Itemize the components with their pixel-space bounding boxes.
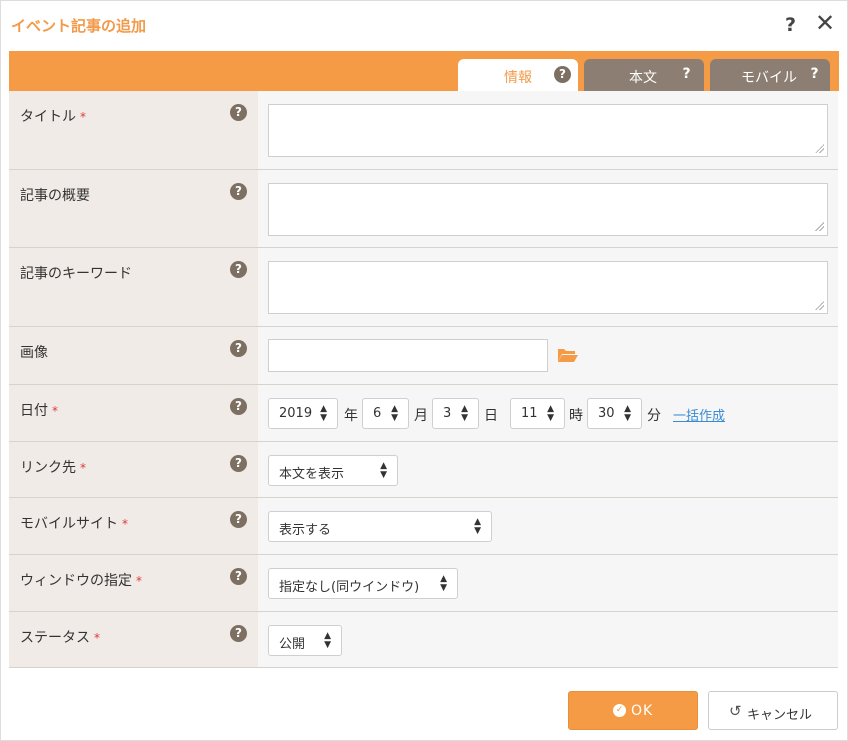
form-row-keywords: 記事のキーワード ?: [9, 248, 838, 327]
required-mark: *: [80, 461, 86, 475]
field-label: リンク先 *: [20, 460, 86, 476]
field-label: 日付 *: [20, 403, 58, 419]
help-icon[interactable]: ?: [230, 398, 247, 415]
status-select[interactable]: 公開 ▲ ▼: [268, 625, 342, 656]
field-label: タイトル *: [20, 109, 86, 125]
field-label: モバイルサイト *: [20, 516, 128, 532]
field-label: 画像: [20, 345, 48, 361]
tab-mobile-help-icon[interactable]: ?: [806, 66, 823, 83]
help-icon[interactable]: ?: [230, 261, 247, 278]
form-row-summary: 記事の概要 ?: [9, 170, 838, 248]
ok-button[interactable]: ✓ OK: [568, 691, 698, 730]
link-select[interactable]: 本文を表示 ▲ ▼: [268, 455, 398, 486]
summary-input[interactable]: [268, 183, 828, 236]
tab-body[interactable]: 本文 ?: [584, 59, 704, 91]
field-label: ウィンドウの指定 *: [20, 573, 142, 589]
resize-grip-icon[interactable]: [815, 222, 824, 231]
help-icon[interactable]: ?: [230, 455, 247, 472]
day-unit: 日: [484, 408, 498, 424]
help-icon[interactable]: ?: [230, 568, 247, 585]
required-mark: *: [122, 517, 128, 531]
field-label: 記事のキーワード: [20, 266, 132, 282]
help-icon[interactable]: ?: [230, 183, 247, 200]
check-icon: ✓: [613, 704, 626, 717]
sort-arrows-icon: ▲ ▼: [461, 404, 468, 423]
year-select[interactable]: 2019 ▲ ▼: [268, 398, 338, 429]
tab-bar: 情報 ? 本文 ? モバイル ?: [9, 51, 839, 91]
tab-info-label: 情報: [504, 70, 532, 86]
sort-arrows-icon: ▲ ▼: [320, 404, 327, 423]
tab-body-label: 本文: [629, 70, 657, 86]
required-mark: *: [52, 404, 58, 418]
form-row-window: ウィンドウの指定 * ? 指定なし(同ウインドウ) ▲ ▼: [9, 555, 838, 612]
undo-icon: ↺: [729, 702, 742, 720]
form-row-title: タイトル * ?: [9, 91, 838, 170]
form-row-date: 日付 * ? 2019 ▲ ▼ 年 6 ▲ ▼ 月 3 ▲ ▼ 日 11 ▲ ▼…: [9, 385, 838, 442]
required-mark: *: [80, 110, 86, 124]
tab-info[interactable]: 情報 ?: [458, 59, 578, 91]
dialog-title: イベント記事の追加: [11, 17, 147, 35]
required-mark: *: [136, 574, 142, 588]
hour-select[interactable]: 11 ▲ ▼: [510, 398, 565, 429]
help-icon[interactable]: ?: [785, 14, 796, 36]
bulk-create-link[interactable]: 一括作成: [673, 405, 725, 424]
folder-icon[interactable]: [557, 347, 579, 363]
title-input[interactable]: [268, 104, 828, 157]
field-label: 記事の概要: [20, 188, 90, 204]
help-icon[interactable]: ?: [230, 511, 247, 528]
month-unit: 月: [414, 408, 428, 424]
month-select[interactable]: 6 ▲ ▼: [362, 398, 409, 429]
keywords-input[interactable]: [268, 261, 828, 314]
cancel-button[interactable]: ↺ キャンセル: [708, 691, 838, 730]
help-icon[interactable]: ?: [230, 340, 247, 357]
tab-info-help-icon[interactable]: ?: [554, 66, 571, 83]
form-row-status: ステータス * ? 公開 ▲ ▼: [9, 612, 838, 668]
sort-arrows-icon: ▲ ▼: [440, 574, 447, 593]
title-bar: イベント記事の追加 ? ✕: [1, 1, 848, 49]
sort-arrows-icon: ▲ ▼: [324, 631, 331, 650]
field-label: ステータス *: [20, 630, 100, 646]
image-input[interactable]: [268, 339, 548, 372]
tab-mobile-label: モバイル: [741, 70, 797, 86]
resize-grip-icon[interactable]: [815, 301, 824, 310]
help-icon[interactable]: ?: [230, 104, 247, 121]
year-unit: 年: [344, 408, 358, 424]
minute-select[interactable]: 30 ▲ ▼: [587, 398, 642, 429]
close-icon[interactable]: ✕: [815, 11, 835, 35]
sort-arrows-icon: ▲ ▼: [380, 461, 387, 480]
article-form: タイトル * ? 記事の概要 ? 記事のキーワード ? 画像 ? 日付 * ? …: [9, 91, 838, 668]
day-select[interactable]: 3 ▲ ▼: [432, 398, 479, 429]
help-icon[interactable]: ?: [230, 625, 247, 642]
tab-mobile[interactable]: モバイル ?: [710, 59, 830, 91]
form-row-link: リンク先 * ? 本文を表示 ▲ ▼: [9, 442, 838, 498]
sort-arrows-icon: ▲ ▼: [624, 404, 631, 423]
minute-unit: 分: [647, 408, 661, 424]
required-mark: *: [94, 631, 100, 645]
sort-arrows-icon: ▲ ▼: [391, 404, 398, 423]
dialog: イベント記事の追加 ? ✕ 情報 ? 本文 ? モバイル ? タイトル* ?: [0, 0, 848, 741]
tab-body-help-icon[interactable]: ?: [678, 66, 695, 83]
form-row-image: 画像 ?: [9, 327, 838, 385]
form-row-mobile: モバイルサイト * ? 表示する ▲ ▼: [9, 498, 838, 555]
mobile-select[interactable]: 表示する ▲ ▼: [268, 511, 492, 542]
window-select[interactable]: 指定なし(同ウインドウ) ▲ ▼: [268, 568, 458, 599]
sort-arrows-icon: ▲ ▼: [547, 404, 554, 423]
hour-unit: 時: [569, 408, 583, 424]
resize-grip-icon[interactable]: [815, 144, 824, 153]
sort-arrows-icon: ▲ ▼: [474, 517, 481, 536]
